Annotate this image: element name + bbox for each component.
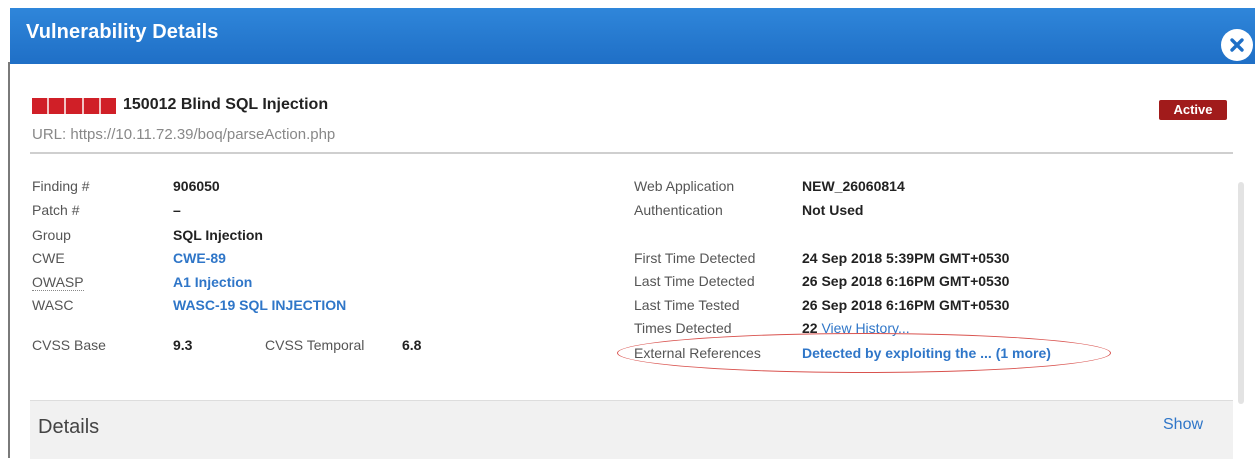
details-section: Details Show <box>30 400 1233 459</box>
finding-label: Finding # <box>32 178 90 194</box>
authentication-label: Authentication <box>634 202 723 218</box>
cvss-base-value: 9.3 <box>173 337 193 353</box>
last-tested-value: 26 Sep 2018 6:16PM GMT+0530 <box>802 297 1010 313</box>
webapp-label: Web Application <box>634 178 735 194</box>
patch-label: Patch # <box>32 202 80 218</box>
section-divider <box>30 152 1233 154</box>
severity-indicator <box>32 98 117 114</box>
wasc-link[interactable]: WASC-19 SQL INJECTION <box>173 297 346 313</box>
details-title: Details <box>38 416 100 438</box>
cvss-temporal-label: CVSS Temporal <box>265 337 365 353</box>
cvss-base-label: CVSS Base <box>32 337 106 353</box>
vertical-scrollbar[interactable] <box>1238 182 1244 404</box>
close-icon <box>1230 38 1244 52</box>
vulnerability-title: 150012 Blind SQL Injection <box>123 96 329 113</box>
finding-value: 906050 <box>173 178 220 194</box>
highlight-oval <box>617 333 1111 373</box>
dialog-left-border <box>8 62 10 458</box>
url-label: URL: <box>32 126 67 143</box>
times-detected-label: Times Detected <box>634 320 732 336</box>
first-detected-value: 24 Sep 2018 5:39PM GMT+0530 <box>802 250 1010 266</box>
last-tested-label: Last Time Tested <box>634 297 740 313</box>
vulnerability-details-dialog: Vulnerability Details 150012 Blind SQL I… <box>0 0 1255 459</box>
dialog-header: Vulnerability Details <box>10 8 1255 64</box>
last-detected-label: Last Time Detected <box>634 273 755 289</box>
close-button[interactable] <box>1221 29 1253 61</box>
status-badge: Active <box>1159 100 1227 120</box>
cvss-temporal-value: 6.8 <box>402 337 422 353</box>
group-value: SQL Injection <box>173 227 263 243</box>
last-detected-value: 26 Sep 2018 6:16PM GMT+0530 <box>802 273 1010 289</box>
vulnerability-url: URL: https://10.11.72.39/boq/parseAction… <box>32 126 335 143</box>
wasc-label: WASC <box>32 297 74 313</box>
owasp-label: OWASP <box>32 274 84 291</box>
owasp-link[interactable]: A1 Injection <box>173 274 252 290</box>
authentication-value: Not Used <box>802 202 864 218</box>
group-label: Group <box>32 227 71 243</box>
dialog-title: Vulnerability Details <box>26 21 219 43</box>
cwe-label: CWE <box>32 250 65 266</box>
cwe-link[interactable]: CWE-89 <box>173 250 226 266</box>
webapp-value: NEW_26060814 <box>802 178 905 194</box>
details-show-link[interactable]: Show <box>1163 416 1203 434</box>
patch-value: – <box>173 202 181 218</box>
url-value: https://10.11.72.39/boq/parseAction.php <box>70 126 336 143</box>
first-detected-label: First Time Detected <box>634 250 756 266</box>
